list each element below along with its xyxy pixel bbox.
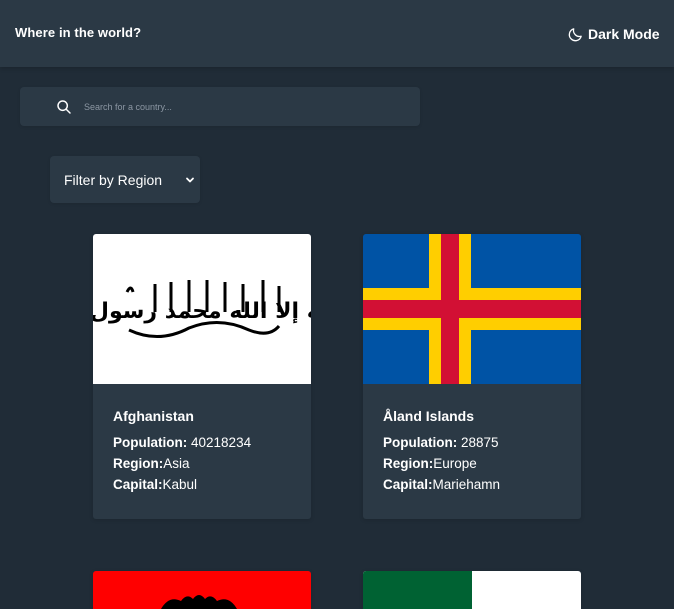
region-filter-dropdown[interactable]: Filter by Region [50, 156, 200, 203]
flag-image [363, 571, 581, 609]
country-population: Population: 28875 [383, 432, 500, 453]
country-region: Region:Asia [113, 453, 251, 474]
app-header: Where in the world? Dark Mode [0, 0, 674, 67]
population-value: 28875 [461, 435, 499, 450]
country-capital: Capital:Kabul [113, 474, 251, 495]
flag-image [93, 571, 311, 609]
moon-icon [568, 27, 582, 41]
country-population: Population: 40218234 [113, 432, 251, 453]
search-input[interactable] [84, 87, 404, 126]
population-label: Population: [383, 435, 458, 450]
country-card[interactable] [93, 571, 311, 609]
country-name: Afghanistan [113, 408, 194, 424]
capital-value: Kabul [162, 477, 198, 492]
region-value: Europe [433, 456, 477, 471]
region-label: Region: [383, 456, 434, 471]
country-card[interactable] [363, 571, 581, 609]
country-capital: Capital:Mariehamn [383, 474, 500, 495]
capital-value: Mariehamn [432, 477, 501, 492]
app-title: Where in the world? [15, 25, 142, 40]
search-icon [57, 100, 71, 114]
chevron-down-icon [186, 177, 194, 183]
dark-mode-label: Dark Mode [588, 26, 660, 42]
population-label: Population: [113, 435, 188, 450]
search-bar[interactable] [20, 87, 420, 126]
capital-label: Capital: [113, 477, 163, 492]
population-value: 40218234 [191, 435, 252, 450]
region-filter-label: Filter by Region [64, 172, 163, 188]
country-region: Region:Europe [383, 453, 500, 474]
dark-mode-toggle[interactable]: Dark Mode [567, 24, 660, 44]
capital-label: Capital: [383, 477, 433, 492]
region-label: Region: [113, 456, 164, 471]
country-name: Åland Islands [383, 408, 475, 424]
flag-image: لا إله إلا الله محمد رسول الله [93, 234, 311, 384]
country-card[interactable]: لا إله إلا الله محمد رسول الله Afghanist… [93, 234, 311, 519]
country-card[interactable]: Åland Islands Population: 28875 Region:E… [363, 234, 581, 519]
region-value: Asia [163, 456, 190, 471]
flag-image [363, 234, 581, 384]
